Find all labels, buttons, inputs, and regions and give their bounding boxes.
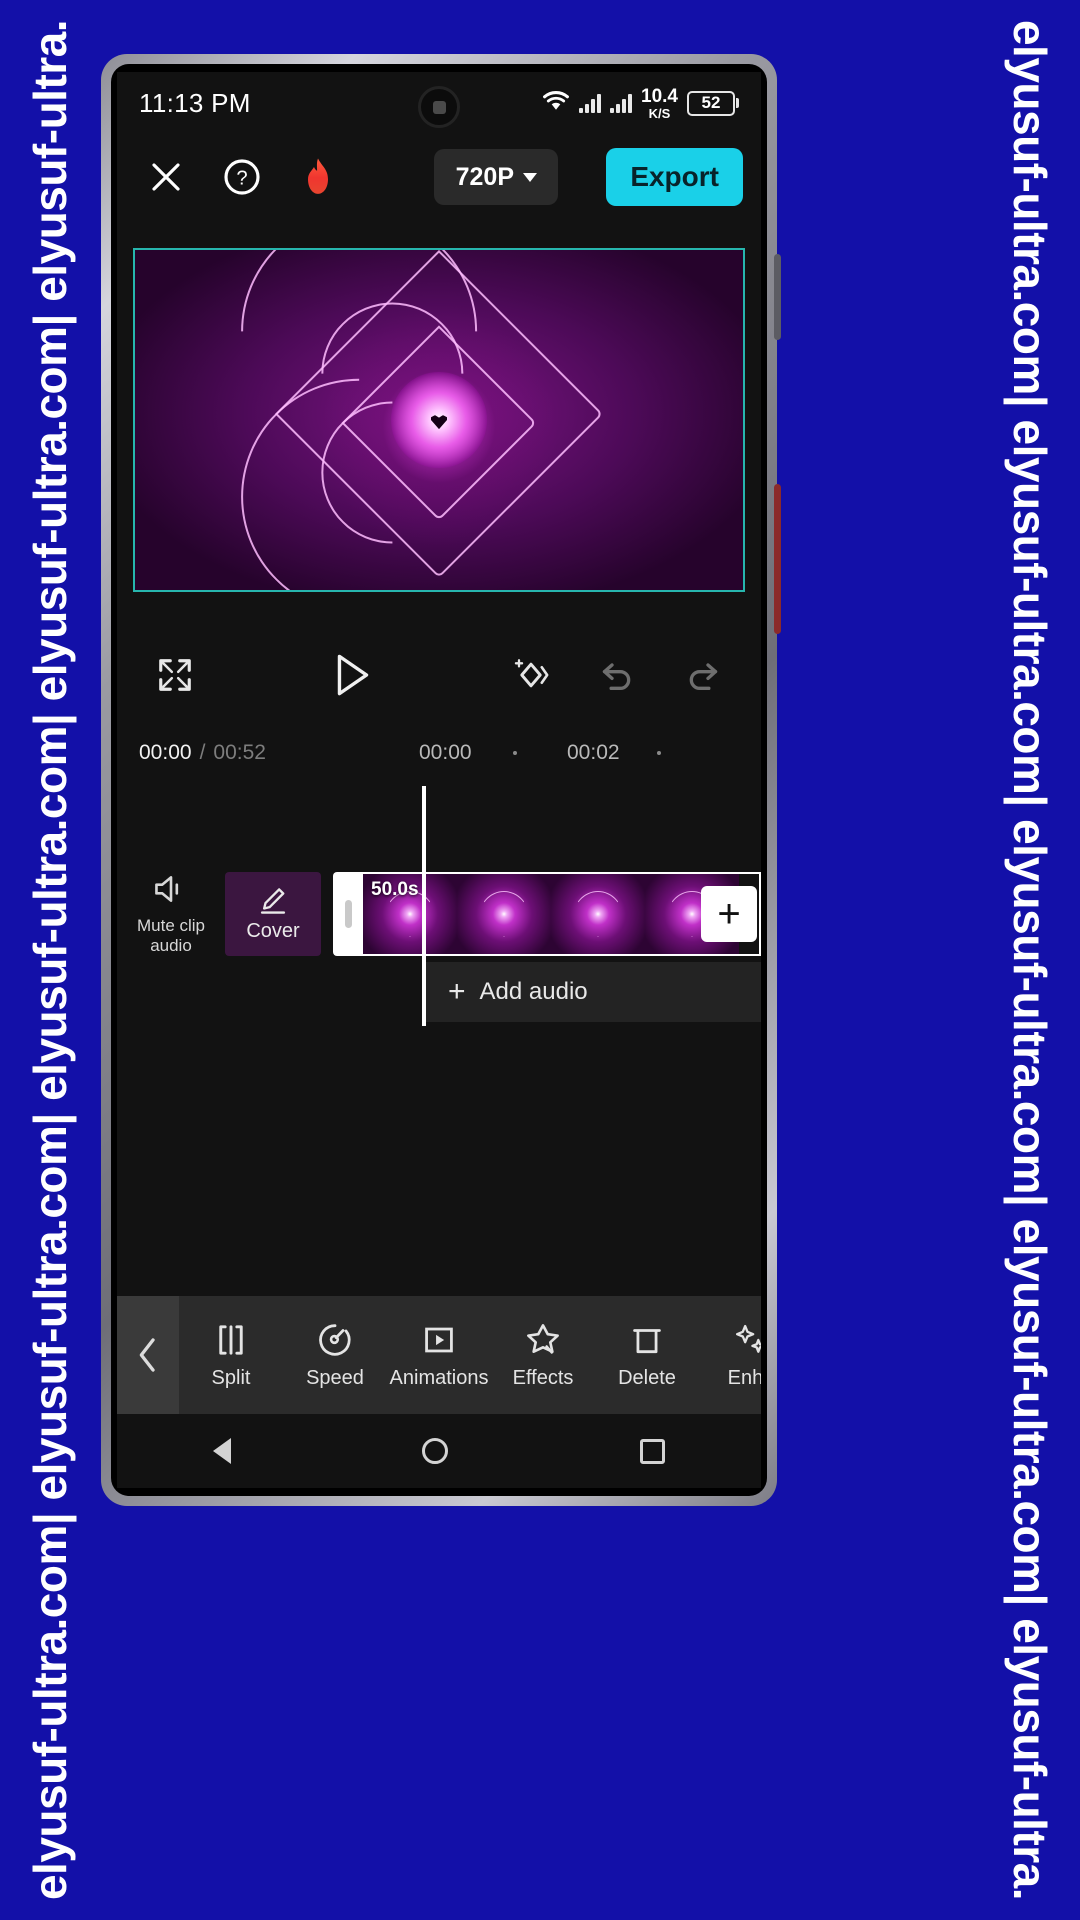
time-separator: / bbox=[199, 741, 206, 764]
bottom-toolbar: Split Speed Animations Effects Delete En… bbox=[117, 1296, 761, 1414]
clip-duration-badge: 50.0s bbox=[371, 879, 419, 900]
status-icons: 10.4 K/S 52 bbox=[542, 87, 739, 120]
cover-button[interactable]: Cover bbox=[225, 872, 321, 956]
mute-clip-audio-button[interactable]: Mute clip audio bbox=[117, 873, 225, 955]
clip-track-row: Mute clip audio Cover 50.0s + bbox=[117, 872, 761, 956]
battery-level: 52 bbox=[687, 90, 735, 116]
nav-recents-icon[interactable] bbox=[640, 1438, 666, 1464]
flame-icon[interactable] bbox=[295, 154, 341, 200]
help-icon[interactable]: ? bbox=[219, 154, 265, 200]
resolution-label: 720P bbox=[455, 162, 514, 191]
watermark-text: elyusuf-ultra.com| elyusuf-ultra.com| el… bbox=[24, 19, 76, 1901]
power-button[interactable] bbox=[774, 484, 781, 634]
add-clip-button[interactable]: + bbox=[701, 886, 757, 942]
front-camera-icon bbox=[418, 86, 460, 128]
android-nav-bar bbox=[117, 1414, 761, 1488]
network-speed-value: 10.4 bbox=[641, 85, 678, 107]
phone-screen: 11:13 PM 10.4 K/S 52 ? 720P Export 00:00… bbox=[117, 72, 761, 1488]
signal-icon bbox=[579, 93, 602, 113]
phone-bezel: 11:13 PM 10.4 K/S 52 ? 720P Export 00:00… bbox=[111, 64, 767, 1496]
tool-label: Enha bbox=[727, 1366, 761, 1389]
watermark-text: elyusuf-ultra.com| elyusuf-ultra.com| el… bbox=[1004, 19, 1056, 1901]
tool-effects[interactable]: Effects bbox=[491, 1321, 595, 1390]
ruler-dot bbox=[657, 751, 661, 755]
total-time: 00:52 bbox=[213, 741, 266, 764]
tool-label: Effects bbox=[512, 1366, 574, 1389]
volume-button[interactable] bbox=[774, 254, 781, 340]
preview-area bbox=[117, 220, 761, 620]
cover-label: Cover bbox=[246, 919, 300, 942]
status-bar: 11:13 PM 10.4 K/S 52 bbox=[117, 72, 761, 134]
add-audio-row[interactable]: + Add audio bbox=[426, 962, 761, 1022]
ruler-tick-0: 00:00 bbox=[419, 741, 472, 764]
watermark-rail-left: elyusuf-ultra.com| elyusuf-ultra.com| el… bbox=[0, 0, 100, 1920]
clip-trim-handle-left[interactable] bbox=[333, 872, 363, 956]
ruler-dot bbox=[513, 751, 517, 755]
status-time: 11:13 PM bbox=[139, 87, 251, 118]
top-toolbar: ? 720P Export bbox=[117, 134, 761, 220]
playhead[interactable] bbox=[422, 786, 426, 1026]
clip-thumbnail bbox=[551, 874, 645, 954]
tool-animations[interactable]: Animations bbox=[387, 1321, 491, 1390]
mute-clip-audio-label-2: audio bbox=[150, 935, 192, 955]
tool-split[interactable]: Split bbox=[179, 1321, 283, 1390]
watermark-rail-right: elyusuf-ultra.com| elyusuf-ultra.com| el… bbox=[980, 0, 1080, 1920]
plus-icon: + bbox=[448, 975, 466, 1008]
edit-controls bbox=[503, 647, 731, 703]
ruler-tick-1: 00:02 bbox=[567, 741, 620, 764]
add-audio-label: Add audio bbox=[479, 978, 588, 1005]
undo-icon[interactable] bbox=[589, 647, 645, 703]
export-button[interactable]: Export bbox=[606, 148, 743, 206]
redo-icon[interactable] bbox=[675, 647, 731, 703]
resolution-selector[interactable]: 720P bbox=[434, 149, 559, 205]
video-clip-wrapper[interactable]: 50.0s + bbox=[333, 872, 761, 956]
tool-label: Delete bbox=[618, 1366, 676, 1389]
add-clip-label: + bbox=[717, 892, 741, 936]
nav-home-icon[interactable] bbox=[422, 1438, 449, 1464]
close-icon[interactable] bbox=[143, 154, 189, 200]
export-label: Export bbox=[630, 161, 719, 192]
tool-label: Split bbox=[211, 1366, 251, 1389]
video-preview[interactable] bbox=[133, 248, 745, 592]
add-keyframe-icon[interactable] bbox=[503, 647, 559, 703]
network-speed: 10.4 K/S bbox=[641, 87, 678, 120]
tool-list: Split Speed Animations Effects Delete En… bbox=[179, 1321, 761, 1390]
phone-frame: 11:13 PM 10.4 K/S 52 ? 720P Export 00:00… bbox=[101, 54, 781, 1506]
nav-back-icon[interactable] bbox=[212, 1438, 231, 1464]
fullscreen-icon[interactable] bbox=[147, 647, 203, 703]
current-time: 00:00 bbox=[139, 741, 192, 764]
timeline-area[interactable]: Mute clip audio Cover 50.0s + + Add audi… bbox=[117, 776, 761, 1126]
tool-speed[interactable]: Speed bbox=[283, 1321, 387, 1390]
player-controls bbox=[117, 620, 761, 730]
tool-delete[interactable]: Delete bbox=[595, 1321, 699, 1390]
wifi-icon bbox=[542, 90, 570, 117]
battery-icon: 52 bbox=[687, 90, 739, 116]
svg-text:?: ? bbox=[236, 168, 247, 190]
tool-enhance[interactable]: Enha bbox=[699, 1321, 761, 1390]
play-icon[interactable] bbox=[325, 647, 381, 703]
toolbar-back-button[interactable] bbox=[117, 1296, 179, 1414]
mute-clip-audio-label-1: Mute clip bbox=[136, 915, 206, 935]
network-speed-unit: K/S bbox=[648, 105, 671, 121]
timeline-ruler[interactable]: 00:00 / 00:52 00:00 00:02 bbox=[117, 730, 761, 776]
tool-label: Animations bbox=[389, 1366, 489, 1389]
chevron-down-icon bbox=[523, 172, 537, 182]
clip-thumbnail bbox=[457, 874, 551, 954]
signal-icon bbox=[610, 93, 633, 113]
tool-label: Speed bbox=[306, 1366, 364, 1389]
